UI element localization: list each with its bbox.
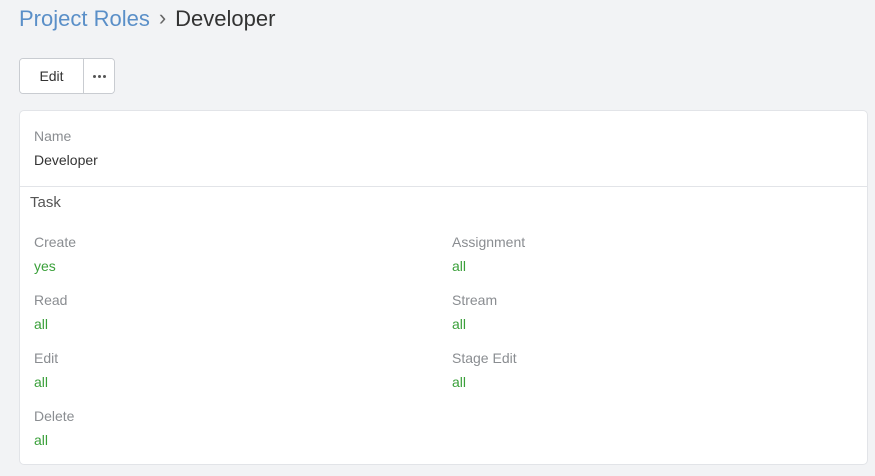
stage-edit-label: Stage Edit (452, 350, 517, 366)
name-label: Name (34, 128, 72, 144)
breadcrumb-link-project-roles[interactable]: Project Roles (19, 6, 150, 32)
page-title: Developer (175, 6, 276, 31)
delete-label: Delete (34, 408, 75, 424)
more-horizontal-icon (92, 74, 106, 78)
detail-panel: Name Developer Task Create yes Read all … (19, 110, 868, 465)
edit-value: all (34, 374, 49, 390)
stream-value: all (452, 316, 467, 332)
assignment-label: Assignment (452, 234, 526, 250)
more-actions-button[interactable] (84, 59, 114, 93)
edit-button[interactable]: Edit (20, 59, 84, 93)
breadcrumb: Project Roles › Developer (19, 5, 275, 33)
assignment-value: all (452, 258, 467, 274)
create-value: yes (34, 258, 56, 274)
name-value: Developer (34, 152, 98, 168)
stage-edit-value: all (452, 374, 467, 390)
delete-value: all (34, 432, 49, 448)
edit-label: Edit (34, 350, 59, 366)
stream-label: Stream (452, 292, 498, 308)
name-field: Name Developer (20, 111, 867, 187)
action-button-group: Edit (19, 58, 115, 94)
read-label: Read (34, 292, 68, 308)
create-label: Create (34, 234, 77, 250)
task-section-title: Task (30, 194, 61, 211)
read-value: all (34, 316, 49, 332)
breadcrumb-separator: › (158, 5, 167, 30)
